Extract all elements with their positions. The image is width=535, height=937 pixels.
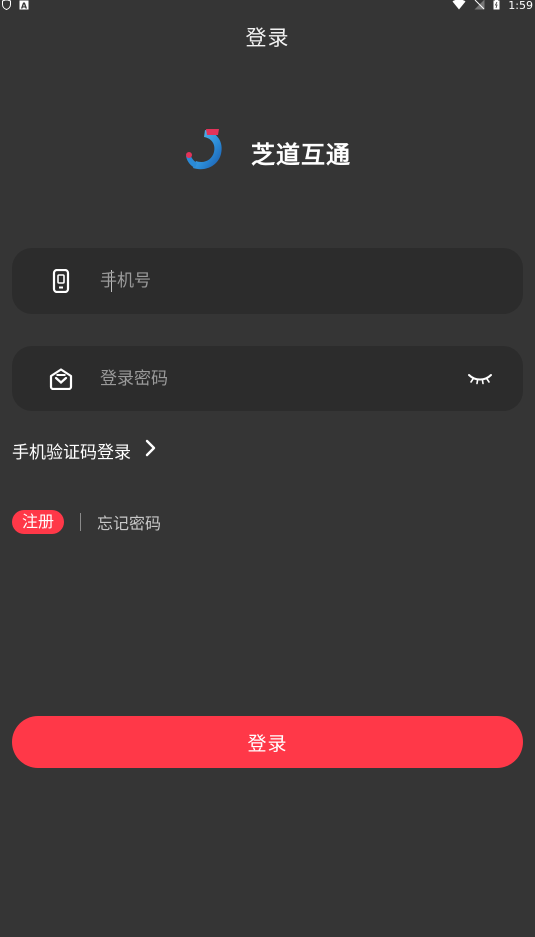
a-icon: A [19,0,29,13]
page-title: 登录 [245,26,290,50]
status-time: 1:59 [508,0,533,12]
svg-text:A: A [21,1,28,10]
phone-field[interactable] [12,248,523,314]
register-button[interactable]: 注册 [12,510,65,534]
password-field[interactable] [12,346,523,411]
phone-icon [49,269,73,293]
link-divider [80,513,82,531]
phone-input[interactable] [100,248,430,314]
brand-logo-icon [183,126,229,178]
sms-login-link[interactable]: 手机验证码登录 [12,438,157,463]
login-screen: A 1:59 登录 芝道互通 手机号 手机验证码登录 注册 忘记密码 登录 [0,0,535,937]
status-right-icons: 1:59 [452,0,533,12]
shield-icon [2,0,11,13]
eye-closed-icon[interactable] [467,371,493,387]
brand-name: 芝道互通 [251,140,351,169]
lock-mail-icon [49,367,73,391]
chevron-right-icon [145,439,157,462]
password-input[interactable] [100,346,430,411]
status-bar: A 1:59 [0,0,535,14]
login-button[interactable]: 登录 [12,716,523,768]
brand: 芝道互通 [183,126,351,178]
forgot-password-link[interactable]: 忘记密码 [97,510,161,534]
status-left-icons: A [2,0,29,12]
no-signal-icon [474,0,485,13]
sms-login-label: 手机验证码登录 [12,443,131,463]
account-links: 注册 忘记密码 [12,510,161,534]
battery-icon [493,0,500,13]
wifi-icon [452,0,466,13]
